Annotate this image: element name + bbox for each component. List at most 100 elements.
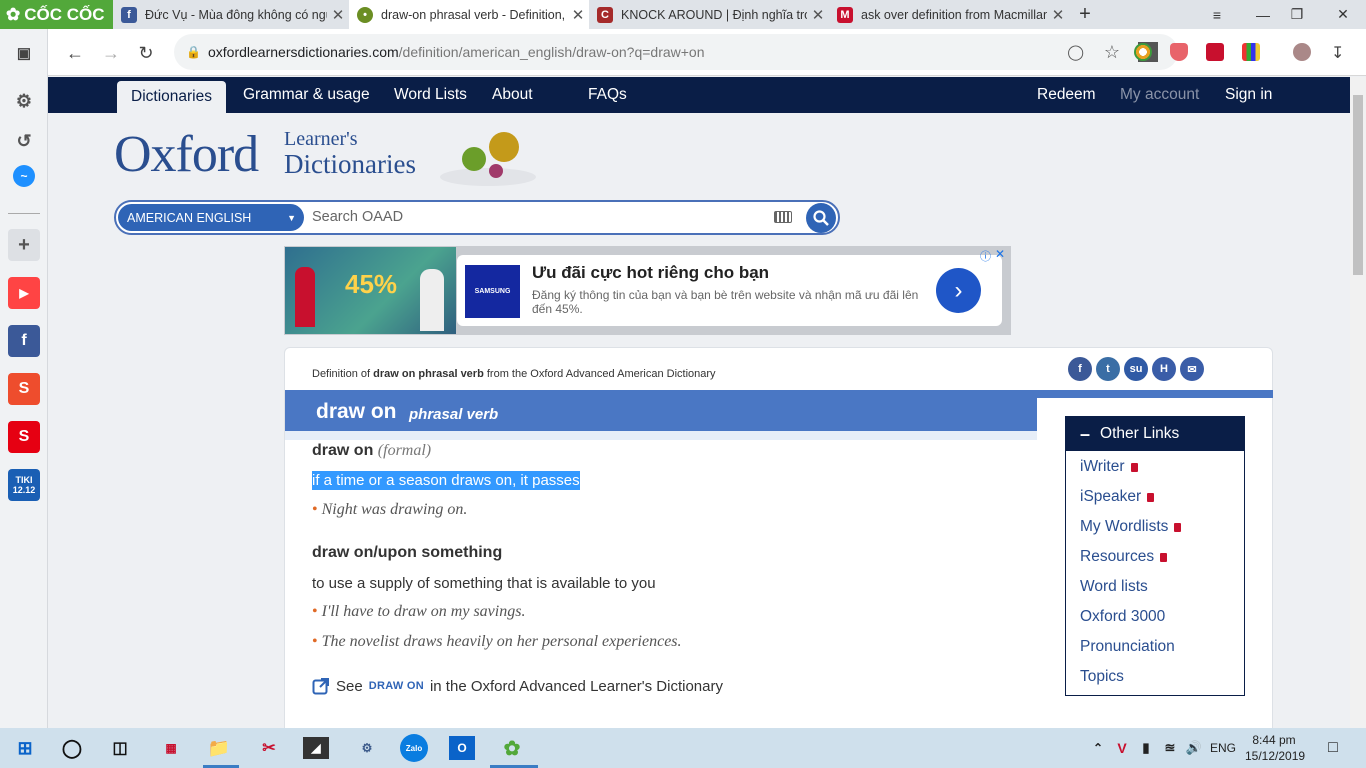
advertisement[interactable]: 45% SAMSUNG Ưu đãi cực hot riêng cho bạn… [284,246,1011,335]
messenger-icon[interactable]: ~ [13,165,35,187]
facebook-share-icon[interactable]: f [1068,357,1092,381]
volume-icon[interactable]: 🔊 [1183,734,1205,762]
new-tab-icon[interactable]: + [1069,0,1101,29]
wifi-icon[interactable]: ≊ [1159,734,1181,762]
tray-chevron-up-icon[interactable]: ⌃ [1087,734,1109,762]
profile-avatar[interactable] [1293,43,1311,61]
language-indicator[interactable]: ENG [1210,741,1236,755]
scrollbar-thumb[interactable] [1353,95,1363,275]
forward-icon[interactable]: → [98,40,124,66]
coccoc-taskbar-icon[interactable]: ✿ [497,734,527,762]
extension-red-icon[interactable] [1206,43,1224,61]
browser-sidebar: ▣ ⚙ ↺ ~ + ▶ f S S TIKI 12.12 [0,29,48,728]
system-clock[interactable]: 8:44 pm 15/12/2019 [1245,732,1305,764]
see-suffix: in the Oxford Advanced Learner's Diction… [429,677,723,695]
page-scrollbar[interactable] [1350,77,1366,728]
keyboard-icon[interactable] [774,211,792,223]
restore-icon[interactable]: ❐ [1274,0,1320,29]
notifications-icon[interactable]: □ [1318,734,1348,762]
sticky-app-icon[interactable]: ◢ [303,737,329,759]
see-also-link[interactable]: See DRAW ON in the Oxford Advanced Learn… [312,677,723,695]
nav-redeem[interactable]: Redeem [1037,77,1096,113]
extension-shield-icon[interactable] [1170,43,1188,61]
crumb-pre: Definition of [312,368,374,380]
task-view-icon[interactable]: ◫ [105,734,135,762]
file-explorer-icon[interactable]: 📁 [204,734,234,762]
nav-about[interactable]: About [492,77,533,113]
twitter-share-icon[interactable]: t [1096,357,1120,381]
search-cortana-icon[interactable]: ◯ [57,734,87,762]
snipping-tool-icon[interactable]: ✂ [254,734,284,762]
nav-my-account[interactable]: My account [1120,77,1199,113]
nav-faqs[interactable]: FAQs [588,77,627,113]
downloads-icon[interactable]: ↧ [1331,43,1349,62]
app-tool-icon[interactable]: ▦ [156,734,186,762]
language-select[interactable]: AMERICAN ENGLISH ▼ [118,204,304,231]
windows-start-icon[interactable]: ⊞ [10,734,40,762]
link-topics[interactable]: Topics [1080,668,1124,686]
link-my-wordlists[interactable]: My Wordlists [1080,518,1182,536]
tiki-icon[interactable]: TIKI 12.12 [8,469,40,501]
extension-coccoc-icon[interactable] [1134,43,1152,61]
pin-icon[interactable]: ≡ [1194,0,1240,29]
reload-icon[interactable]: ↻ [133,40,159,66]
nav-word-lists[interactable]: Word Lists [394,77,467,113]
add-app-icon[interactable]: + [8,229,40,261]
back-icon[interactable]: ← [62,40,88,66]
extension-colors-icon[interactable] [1242,43,1260,61]
other-links-header[interactable]: – Other Links [1066,417,1244,451]
search-input[interactable]: Search OAAD [312,209,403,225]
sense1-label: draw on (formal) [312,442,431,460]
ad-go-button[interactable]: › [936,268,981,313]
nav-grammar-usage[interactable]: Grammar & usage [243,77,370,113]
zalo-icon[interactable]: Zalo [400,734,428,762]
battery-icon[interactable]: ▮ [1135,734,1157,762]
tab-oxford[interactable]: • draw-on phrasal verb - Definition, ✕ [349,0,589,29]
tab-facebook[interactable]: f Đức Vụ - Mùa đông không có ngư ✕ [113,0,349,29]
stumbleupon-share-icon[interactable]: su [1124,357,1148,381]
shopee-icon[interactable]: S [8,373,40,405]
tab-title: Đức Vụ - Mùa đông không có ngư [145,7,327,22]
settings-app-icon[interactable]: ⚙ [352,734,382,762]
hatena-share-icon[interactable]: H [1152,357,1176,381]
sidebar-toggle-icon[interactable]: ▣ [8,37,40,69]
close-tab-icon[interactable]: ✕ [327,6,349,24]
link-oxford-3000[interactable]: Oxford 3000 [1080,608,1165,626]
tab-macmillan[interactable]: M ask over definition from Macmillan ✕ [829,0,1069,29]
search-button[interactable] [806,203,836,233]
ad-card[interactable]: SAMSUNG Ưu đãi cực hot riêng cho bạn Đăn… [457,255,1002,326]
history-icon[interactable]: ↺ [8,125,40,157]
ad-banner-image: 45% [285,247,456,334]
close-tab-icon[interactable]: ✕ [807,6,829,24]
outlook-icon[interactable]: O [449,736,475,760]
link-word-lists[interactable]: Word lists [1080,578,1148,596]
logo-learners-dictionaries[interactable]: Learner's Dictionaries [284,129,416,179]
settings-icon[interactable]: ⚙ [8,85,40,117]
ad-info-icon[interactable]: ⓘ [980,248,991,264]
link-ispeaker[interactable]: iSpeaker [1080,488,1155,506]
facebook-icon[interactable]: f [8,325,40,357]
tab-cambridge[interactable]: C KNOCK AROUND | Định nghĩa tron ✕ [589,0,829,29]
coccoc-brand[interactable]: ✿ CỐC CỐC [0,0,113,29]
nav-sign-in[interactable]: Sign in [1225,77,1272,113]
sendo-icon[interactable]: S [8,421,40,453]
close-tab-icon[interactable]: ✕ [1047,6,1069,24]
ad-close-icon[interactable]: ✕ [995,247,1005,261]
link-label: iWriter [1080,458,1125,475]
link-iwriter[interactable]: iWriter [1080,458,1138,476]
close-window-icon[interactable]: ✕ [1320,0,1366,29]
link-pronunciation[interactable]: Pronunciation [1080,638,1175,656]
logo-oxford[interactable]: Oxford [114,125,259,184]
tray-v-icon[interactable]: V [1111,734,1133,762]
link-resources[interactable]: Resources [1080,548,1168,566]
nav-dictionaries[interactable]: Dictionaries [117,81,226,113]
see-link-word[interactable]: DRAW ON [369,680,424,692]
other-links-panel: – Other Links iWriter iSpeaker My Wordlis… [1065,416,1245,696]
sense1-register: (formal) [377,442,432,459]
shield-icon[interactable]: ◯ [1067,43,1084,61]
email-share-icon[interactable]: ✉ [1180,357,1204,381]
close-tab-icon[interactable]: ✕ [567,6,589,24]
bookmark-star-icon[interactable]: ☆ [1104,42,1120,63]
youtube-icon[interactable]: ▶ [8,277,40,309]
url-field[interactable]: 🔒 oxfordlearnersdictionaries.com/definit… [174,34,1178,70]
